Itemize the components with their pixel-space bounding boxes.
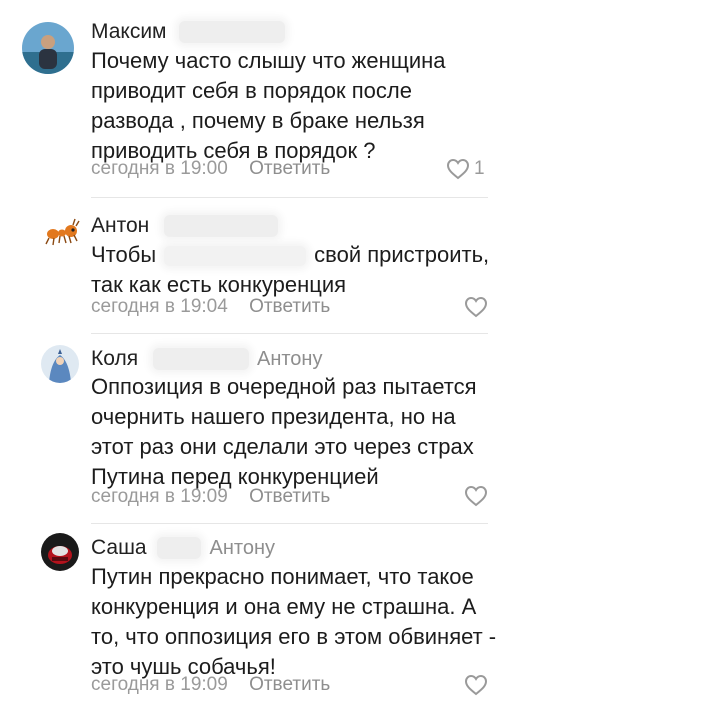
author-line: Антон <box>91 214 278 240</box>
reply-to[interactable]: Антону <box>210 537 276 559</box>
comment-text: Путин прекрасно понимает, что такое конк… <box>91 562 511 682</box>
text-line: то, что оппозиция его в этом обвиняет - <box>91 624 497 649</box>
avatar-sasha[interactable] <box>41 533 79 571</box>
text-line: Оппозиция в очередной раз пытается <box>91 374 477 399</box>
avatar-kolya[interactable] <box>41 345 79 383</box>
redacted-surname <box>152 348 249 370</box>
divider <box>91 523 488 524</box>
comment-text: Оппозиция в очередной раз пытается очерн… <box>91 372 511 492</box>
comment-meta: сегодня в 19:00 Ответить <box>91 158 330 180</box>
reply-button[interactable]: Ответить <box>249 296 330 317</box>
author-line: Саша Антону <box>91 536 275 562</box>
like-button[interactable] <box>464 484 488 508</box>
comment-meta: сегодня в 19:09 Ответить <box>91 486 330 508</box>
reply-button[interactable]: Ответить <box>249 674 330 695</box>
redacted-text <box>164 246 307 267</box>
heart-outline-icon <box>464 674 488 696</box>
reply-to[interactable]: Антону <box>257 348 323 370</box>
heart-outline-icon <box>464 485 488 507</box>
comment-meta: сегодня в 19:04 Ответить <box>91 296 330 318</box>
author-line: Коля Антону <box>91 347 322 373</box>
like-count: 1 <box>474 158 485 179</box>
comment-text: Почему часто слышу что женщина приводит … <box>91 46 511 166</box>
timestamp: сегодня в 19:04 <box>91 296 228 317</box>
avatar-maksim[interactable] <box>22 22 74 74</box>
author-name[interactable]: Коля <box>91 347 138 370</box>
like-button[interactable] <box>464 673 488 697</box>
reply-button[interactable]: Ответить <box>249 486 330 507</box>
comment-text: Чтобы свой пристроить, так как есть конку… <box>91 240 511 300</box>
divider <box>91 197 488 198</box>
text-line: конкуренция и она ему не страшна. А <box>91 594 477 619</box>
text-line: этот раз они сделали это через страх <box>91 434 474 459</box>
author-name[interactable]: Максим <box>91 20 167 43</box>
text-line: Чтобы свой пристроить, <box>91 240 511 270</box>
heart-outline-icon <box>446 158 470 180</box>
timestamp: сегодня в 19:09 <box>91 486 228 507</box>
text-line: Путин прекрасно понимает, что такое <box>91 564 474 589</box>
text-line: Почему часто слышу что женщина <box>91 48 446 73</box>
author-name[interactable]: Саша <box>91 536 147 559</box>
text-fragment: Чтобы <box>91 242 157 267</box>
divider <box>91 333 488 334</box>
like-button[interactable]: 1 <box>446 157 485 181</box>
timestamp: сегодня в 19:09 <box>91 674 228 695</box>
timestamp: сегодня в 19:00 <box>91 158 228 179</box>
redacted-surname <box>163 215 278 237</box>
text-line: приводит себя в порядок после <box>91 78 412 103</box>
redacted-surname <box>178 21 285 43</box>
heart-outline-icon <box>464 296 488 318</box>
author-line: Максим <box>91 20 285 46</box>
like-button[interactable] <box>464 295 488 319</box>
text-line: развода , почему в браке нельзя <box>91 108 425 133</box>
author-name[interactable]: Антон <box>91 214 149 237</box>
text-line: очернить нашего президента, но на <box>91 404 456 429</box>
avatar-anton[interactable] <box>44 214 80 250</box>
redacted-surname <box>157 537 202 559</box>
text-fragment: свой пристроить, <box>314 242 490 267</box>
comment-meta: сегодня в 19:09 Ответить <box>91 674 330 696</box>
reply-button[interactable]: Ответить <box>249 158 330 179</box>
